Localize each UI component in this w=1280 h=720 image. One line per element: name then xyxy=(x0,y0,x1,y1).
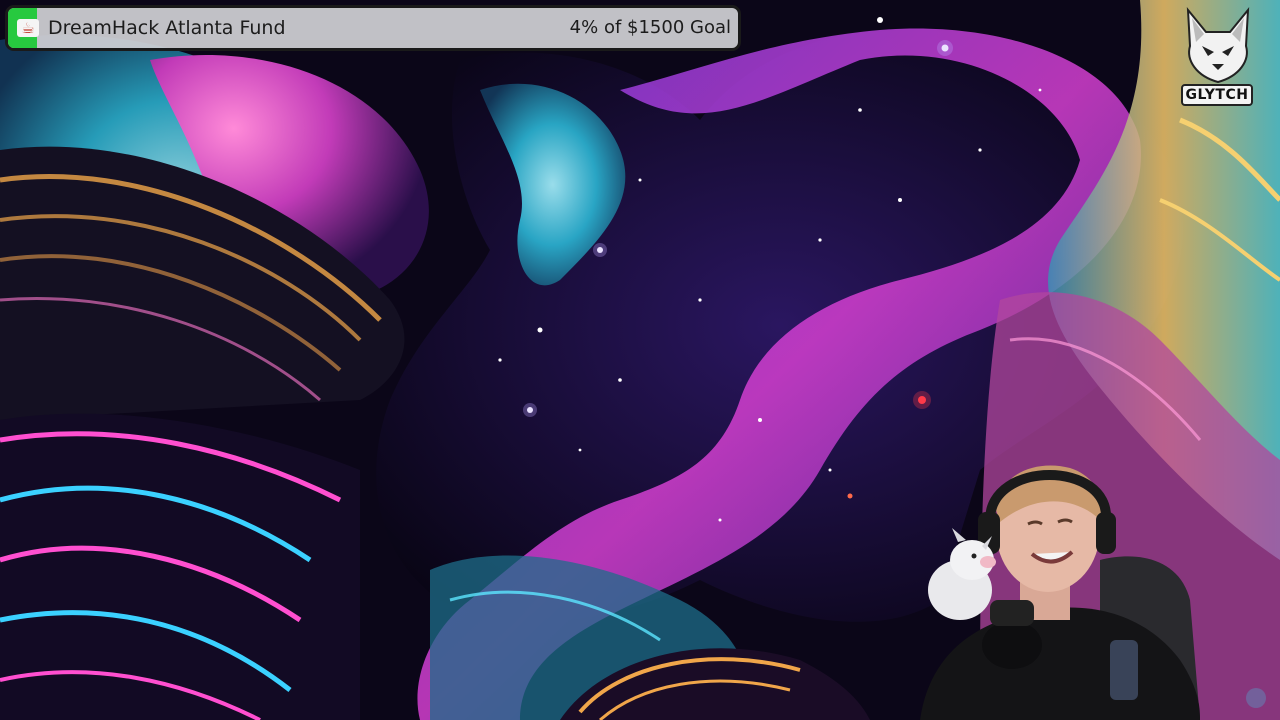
streamer-webcam xyxy=(920,465,1200,720)
corner-overlay-icon xyxy=(1246,688,1266,708)
donation-goal-widget: ☕ DreamHack Atlanta Fund 4% of $1500 Goa… xyxy=(5,5,741,51)
goal-title: DreamHack Atlanta Fund xyxy=(48,17,286,39)
ko-fi-cup-icon: ☕ xyxy=(17,19,39,37)
goal-progress-text: 4% of $1500 Goal xyxy=(569,17,731,38)
glytch-logo-text: GLYTCH xyxy=(1181,84,1253,106)
